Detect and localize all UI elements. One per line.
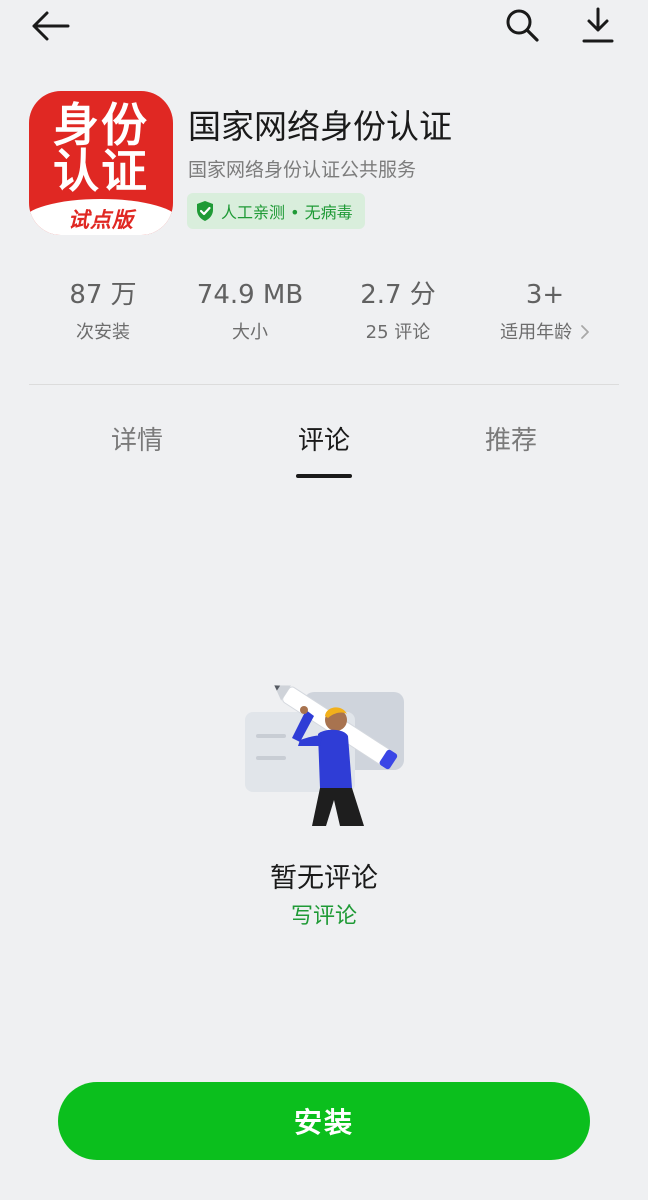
download-icon (582, 7, 614, 43)
stat-rating-value: 2.7 分 (360, 280, 436, 310)
chevron-right-icon (580, 325, 589, 339)
stat-rating-label: 25 评论 (365, 322, 431, 343)
app-developer: 国家网络身份认证公共服务 (188, 159, 417, 181)
safety-badge-label: 人工亲测 • 无病毒 (221, 203, 353, 222)
install-button[interactable]: 安装 (58, 1082, 590, 1160)
search-icon (506, 9, 539, 42)
tab-active-indicator (296, 474, 352, 478)
stat-installs-label: 次安装 (76, 322, 130, 343)
write-review-link[interactable]: 写评论 (274, 898, 374, 930)
back-arrow-icon (32, 11, 70, 41)
app-icon-text-line1: 身份 (53, 98, 149, 152)
stat-age-value: 3+ (525, 280, 565, 310)
tab-details[interactable]: 详情 (67, 420, 207, 457)
app-icon-text-line2: 认证 (53, 144, 149, 198)
download-button[interactable] (574, 1, 622, 49)
tab-recommend[interactable]: 推荐 (441, 420, 581, 457)
stat-installs: 87 万 次安装 (28, 278, 178, 344)
app-icon-banner-text: 试点版 (68, 208, 134, 232)
empty-state-title: 暂无评论 (270, 863, 378, 894)
safety-badge: 人工亲测 • 无病毒 (187, 193, 365, 229)
header-divider (29, 384, 619, 385)
app-title: 国家网络身份认证 (188, 107, 452, 146)
stat-size-label: 大小 (232, 322, 268, 343)
tab-reviews[interactable]: 评论 (254, 420, 394, 457)
stat-age-label-text: 适用年龄 (500, 322, 573, 343)
stat-age-rating[interactable]: 3+ 适用年龄 (470, 278, 620, 344)
search-button[interactable] (498, 1, 546, 49)
stat-size-value: 74.9 MB (196, 280, 304, 310)
shield-check-icon (197, 201, 213, 221)
stat-age-label: 适用年龄 (470, 318, 620, 344)
empty-reviews-illustration (245, 685, 404, 826)
app-icon: 身份 认证 试点版 (29, 91, 173, 235)
back-button[interactable] (26, 2, 74, 50)
stat-installs-value: 87 万 (69, 280, 137, 310)
stat-size: 74.9 MB 大小 (175, 278, 325, 344)
stat-rating: 2.7 分 25 评论 (323, 278, 473, 344)
